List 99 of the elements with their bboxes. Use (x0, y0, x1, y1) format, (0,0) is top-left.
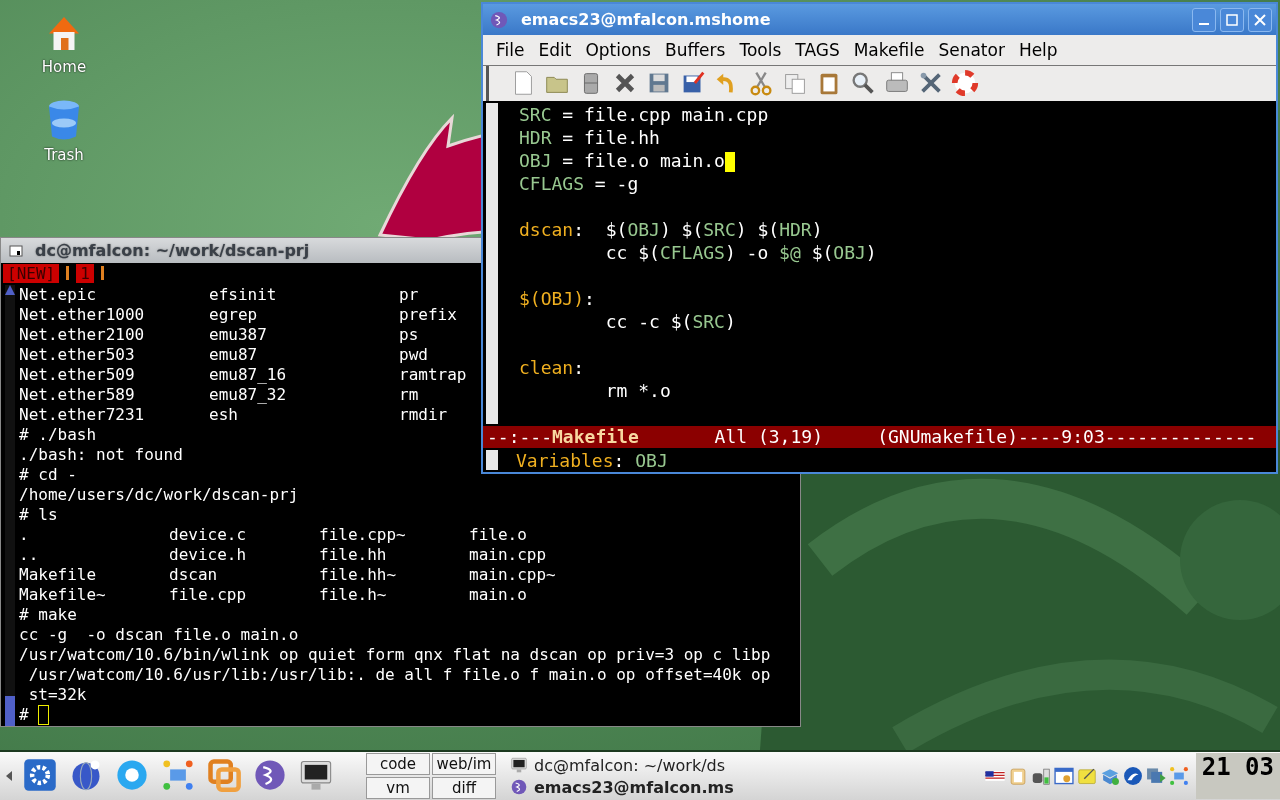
maximize-icon (1226, 13, 1238, 26)
menu-item[interactable]: Buffers (657, 40, 733, 60)
close-button[interactable] (1248, 7, 1272, 32)
scrollbar[interactable] (486, 103, 498, 424)
terminal-text: dscan (169, 565, 218, 585)
terminal-text: ps (399, 325, 419, 345)
terminal-text: file.hh (319, 545, 387, 565)
monitor-icon (510, 756, 528, 774)
menu-item[interactable]: File (489, 40, 532, 60)
text-cursor (37, 705, 49, 725)
terminal-text: Net.ether2100 (19, 325, 145, 345)
terminal-text: emu87_32 (209, 385, 287, 405)
terminal-text: Net.ether7231 (19, 405, 145, 425)
terminal-text: esh (209, 405, 238, 425)
terminal-text: main.cpp~ (469, 565, 556, 585)
terminal-text: emu87 (209, 345, 258, 365)
window-title: emacs23@mfalcon.mshome (521, 10, 771, 29)
terminal-text: main.o (469, 585, 527, 605)
terminal-text: Net.ether589 (19, 385, 135, 405)
terminal-text: file.cpp (169, 585, 247, 605)
emacs-icon (510, 778, 528, 796)
menu-item[interactable]: Makefile (846, 40, 932, 60)
terminal-text: Makefile~ (19, 585, 106, 605)
close-icon (1254, 13, 1266, 26)
text-cursor (724, 152, 735, 172)
scrollbar[interactable] (486, 450, 498, 470)
terminal-text: main.cpp (469, 545, 547, 565)
menu-item[interactable]: Edit (531, 40, 579, 60)
menu-item[interactable]: Senator (931, 40, 1012, 60)
code-line: clean: (519, 357, 585, 378)
terminal-line: st=32k (27, 685, 87, 705)
lifebuoy-icon (950, 67, 980, 98)
code-line: dscan: $(OBJ) $(SRC) $(HDR) (519, 219, 823, 240)
minimize-icon (1199, 22, 1209, 25)
terminal-line: # ls (19, 505, 58, 525)
code-line: $(OBJ): (519, 288, 595, 309)
terminal-line: ./bash: not found (19, 445, 183, 465)
terminal-text: Net.ether509 (19, 365, 135, 385)
window-icon (9, 243, 23, 258)
scrollbar-thumb[interactable] (5, 696, 15, 726)
code-line: OBJ = file.o main.o (519, 150, 725, 171)
terminal-text: file.o (469, 525, 527, 545)
terminal-text: file.h~ (319, 585, 387, 605)
terminal-text: Net.ether1000 (19, 305, 145, 325)
task-button[interactable]: emacs23@mfalcon.ms (510, 776, 760, 798)
terminal-line: cc -g -o dscan file.o main.o (19, 625, 299, 645)
desktop-pager-button[interactable]: code (366, 753, 430, 775)
terminal-line: /usr/watcom/10.6/usr/lib:/usr/lib:. de all f file.o f main.o op offset=40k op (27, 665, 771, 685)
maximize-button[interactable] (1220, 7, 1244, 32)
code-line: rm *.o (604, 380, 671, 401)
terminal-text: emu87_16 (209, 365, 287, 385)
terminal-text: file.hh~ (319, 565, 397, 585)
scrollbar[interactable] (5, 285, 15, 726)
terminal-line: # ./bash (19, 425, 97, 445)
terminal-text: . (19, 525, 29, 545)
code-line: HDR = file.hh (519, 127, 660, 148)
terminal-text: pwd (399, 345, 428, 365)
minimize-button[interactable] (1192, 7, 1216, 32)
gear-icon (22, 756, 58, 793)
code-line: cc $(CFLAGS) -o $@ $(OBJ) (604, 242, 877, 263)
menu-item[interactable]: Help (1011, 40, 1065, 60)
terminal-text: rmdir (399, 405, 448, 425)
desktop-pager-button[interactable]: diff (432, 777, 496, 799)
terminal-line: # (19, 705, 29, 725)
task-button[interactable]: dc@mfalcon: ~/work/ds (510, 754, 760, 776)
network-icon (1167, 765, 1190, 787)
terminal-line: # cd - (19, 465, 77, 485)
terminal-text: rm (399, 385, 419, 405)
code-line: SRC = file.cpp main.cpp (519, 104, 769, 125)
terminal-text: file.cpp~ (319, 525, 406, 545)
menu-item[interactable]: TAGS (788, 40, 847, 60)
terminal-text: Net.ether503 (19, 345, 135, 365)
scroll-up-icon[interactable] (5, 285, 15, 295)
code-line: CFLAGS = -g (519, 173, 639, 194)
menu-item[interactable]: Tools (732, 40, 789, 60)
terminal-text: ramtrap (399, 365, 467, 385)
terminal-text: Makefile (19, 565, 97, 585)
terminal-line: /usr/watcom/10.6/bin/wlink op quiet form qnx flat na dscan op priv=3 op c libp (19, 645, 771, 665)
calendar-icon (1052, 765, 1075, 787)
minibuffer-text: Variables: OBJ (516, 449, 668, 471)
code-line: cc -c $(SRC) (604, 311, 736, 332)
window-title: dc@mfalcon: ~/work/dscan-prj (35, 241, 310, 260)
terminal-text: efsinit (209, 285, 277, 305)
terminal-line: /home/users/dc/work/dscan-prj (19, 485, 299, 505)
menu-item[interactable]: Options (578, 40, 658, 60)
terminal-text: device.h (169, 545, 247, 565)
terminal-text: pr (399, 285, 419, 305)
emacs-icon (489, 9, 509, 30)
terminal-text: prefix (399, 305, 457, 325)
terminal-text: .. (19, 545, 39, 565)
terminal-text: egrep (209, 305, 258, 325)
desktop-pager-button[interactable]: vm (366, 777, 430, 799)
desktop-pager-button[interactable]: web/im (432, 753, 496, 775)
arrow-left-icon[interactable] (4, 769, 14, 783)
terminal-text: emu387 (209, 325, 267, 345)
terminal-text: Net.epic (19, 285, 97, 305)
terminal-line: # make (19, 605, 77, 625)
clock: 21 03 (1195, 753, 1280, 799)
terminal-text: device.c (169, 525, 247, 545)
